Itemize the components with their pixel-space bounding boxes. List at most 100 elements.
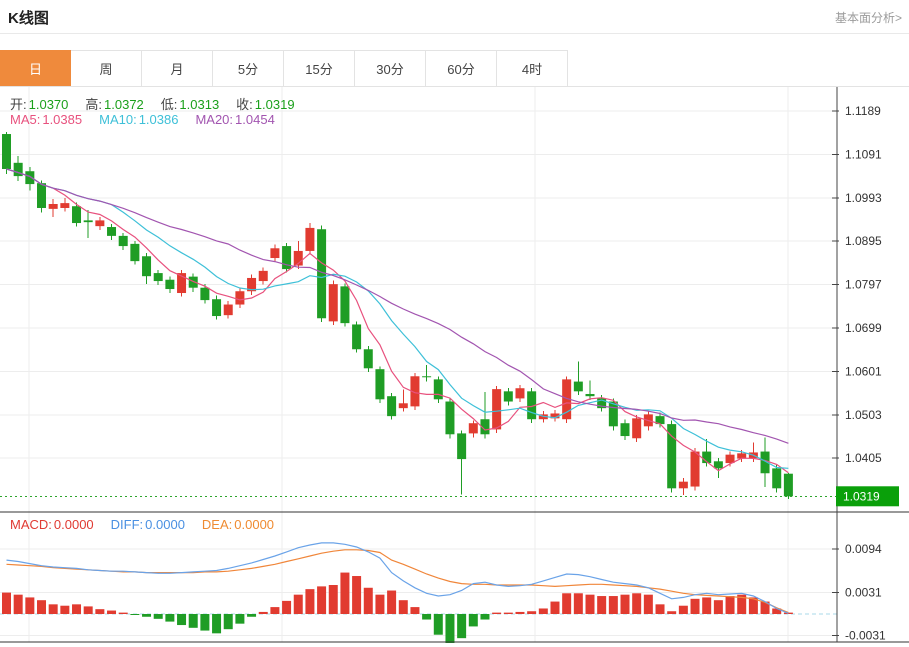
- macd-histogram-bar: [550, 602, 559, 614]
- macd-histogram-bar: [282, 601, 291, 614]
- macd-histogram-bar: [212, 614, 221, 633]
- price-tick-label: 1.0797: [845, 278, 882, 292]
- ma_row-value: 1.0385: [42, 112, 82, 127]
- macd-histogram-bar: [597, 596, 606, 614]
- macd-histogram-bar: [154, 614, 163, 619]
- candle-body: [84, 220, 93, 222]
- macd-histogram-bar: [329, 585, 338, 614]
- macd-histogram-bar: [562, 593, 571, 614]
- candle-body: [445, 402, 454, 435]
- macd-histogram-bar: [84, 606, 93, 614]
- macd-histogram-bar: [247, 614, 256, 617]
- ohlc_row-label: 开:: [10, 97, 27, 112]
- tab-day[interactable]: 日: [0, 50, 71, 86]
- candle-body: [469, 423, 478, 433]
- fundamental-analysis-link[interactable]: 基本面分析>: [835, 9, 902, 26]
- candle-body: [235, 291, 244, 304]
- macd-histogram-bar: [224, 614, 233, 629]
- tab-30min[interactable]: 30分: [355, 50, 426, 86]
- chart-area: 1.11891.10911.09931.08951.07971.06991.06…: [0, 87, 909, 647]
- macd-histogram-bar: [667, 611, 676, 614]
- candle-body: [399, 403, 408, 408]
- tab-month[interactable]: 月: [142, 50, 213, 86]
- candle-body: [200, 288, 209, 300]
- candle-body: [772, 468, 781, 488]
- period-tabbar: 日周月5分15分30分60分4时: [0, 50, 909, 87]
- candle-body: [574, 382, 583, 392]
- candle-body: [95, 220, 104, 226]
- ohlc_row-item: 高:1.0372: [85, 94, 143, 113]
- candle-body: [107, 227, 116, 236]
- tab-15min[interactable]: 15分: [284, 50, 355, 86]
- macd-histogram-bar: [480, 614, 489, 620]
- ohlc_row-item: 收:1.0319: [236, 94, 294, 113]
- macd-histogram-bar: [586, 595, 595, 614]
- ma10-line: [7, 169, 789, 468]
- macd_row-item: MACD:0.0000: [10, 517, 94, 532]
- macd-histogram-bar: [609, 596, 618, 614]
- current-price-badge-text: 1.0319: [843, 489, 880, 503]
- macd-histogram-bar: [72, 604, 81, 614]
- macd-histogram-bar: [259, 612, 268, 614]
- diff-line: [7, 543, 789, 613]
- macd_row-label: MACD:: [10, 517, 52, 532]
- macd-histogram-bar: [656, 604, 665, 614]
- ohlc_row-value: 1.0370: [29, 97, 69, 112]
- candle-body: [621, 423, 630, 436]
- macd-histogram-bar: [457, 614, 466, 638]
- macd-histogram-bar: [189, 614, 198, 628]
- widget-header: K线图 基本面分析>: [0, 0, 909, 34]
- macd-histogram-bar: [679, 606, 688, 614]
- tab-week[interactable]: 周: [71, 50, 142, 86]
- macd-histogram-bar: [25, 597, 34, 614]
- candle-body: [352, 324, 361, 349]
- macd-histogram-bar: [621, 595, 630, 614]
- macd-readout: MACD:0.0000 DIFF: 0.0000 DEA:0.0000: [10, 517, 274, 532]
- candle-body: [49, 204, 58, 209]
- macd-histogram-bar: [235, 614, 244, 624]
- tab-5min[interactable]: 5分: [213, 50, 284, 86]
- price-tick-label: 1.0503: [845, 408, 882, 422]
- macd-histogram-bar: [492, 613, 501, 614]
- macd-histogram-bar: [644, 595, 653, 614]
- ohlc_row-value: 1.0372: [104, 97, 144, 112]
- macd-histogram-bar: [422, 614, 431, 620]
- tab-60min[interactable]: 60分: [426, 50, 497, 86]
- dea-line: [7, 550, 789, 613]
- ohlc_row-label: 收:: [236, 97, 253, 112]
- tab-4hour[interactable]: 4时: [497, 50, 568, 86]
- candle-body: [340, 286, 349, 323]
- candle-body: [586, 394, 595, 396]
- candle-body: [434, 379, 443, 399]
- ma20-line: [7, 169, 789, 443]
- ohlc_row-label: 低:: [161, 97, 178, 112]
- ma_row-value: 1.0386: [139, 112, 179, 127]
- macd-histogram-bar: [60, 606, 69, 614]
- macd-histogram-bar: [410, 607, 419, 614]
- macd-histogram-bar: [165, 614, 174, 622]
- macd-histogram-bar: [691, 599, 700, 614]
- macd-histogram-bar: [270, 607, 279, 614]
- candle-body: [364, 349, 373, 368]
- kline-chart-canvas: 1.11891.10911.09931.08951.07971.06991.06…: [0, 87, 909, 647]
- ohlc_row-value: 1.0319: [255, 97, 295, 112]
- macd_row-label: DEA:: [202, 517, 232, 532]
- ohlc_row-label: 高:: [85, 97, 102, 112]
- macd_row-item: DEA:0.0000: [202, 517, 274, 532]
- ohlc_row-item: 低:1.0313: [161, 94, 219, 113]
- candle-body: [422, 376, 431, 377]
- candle-body: [632, 418, 641, 438]
- ohlc-readout: 开:1.0370 高:1.0372 低:1.0313 收:1.0319: [10, 94, 295, 113]
- price-tick-label: 1.1189: [845, 104, 881, 118]
- macd-histogram-bar: [726, 596, 735, 614]
- candle-body: [515, 388, 524, 398]
- macd_row-value: 0.0000: [54, 517, 94, 532]
- macd-histogram-bar: [2, 593, 11, 614]
- macd-histogram-bar: [387, 591, 396, 614]
- candle-body: [130, 244, 139, 261]
- macd-histogram-bar: [142, 614, 151, 617]
- macd-histogram-bar: [574, 593, 583, 614]
- macd-histogram-bar: [177, 614, 186, 625]
- macd_row-label: DIFF:: [111, 517, 144, 532]
- candle-body: [492, 389, 501, 429]
